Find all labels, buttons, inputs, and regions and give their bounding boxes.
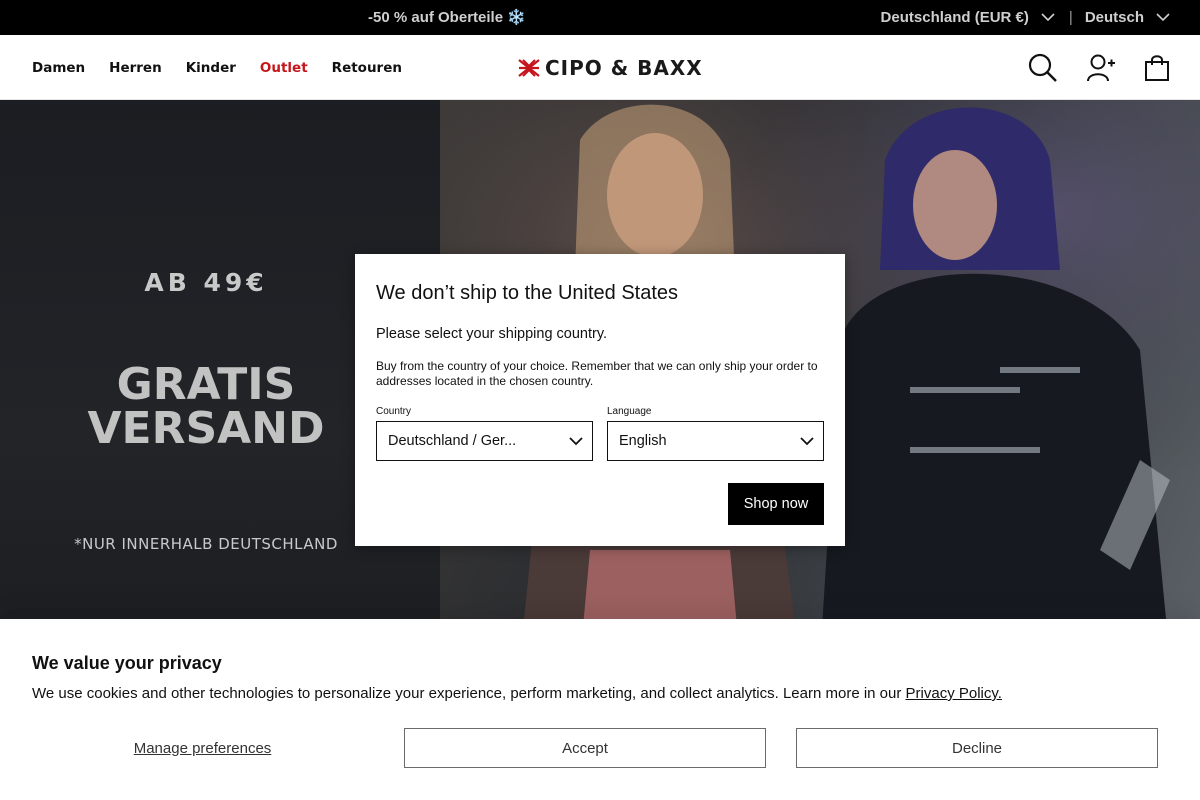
country-select-value: Deutschland / Ger... <box>388 433 517 449</box>
country-label: Country <box>376 406 412 417</box>
announcement-bar: -50 % auf Oberteile ❄️ Deutschland (EUR … <box>0 0 1200 35</box>
hero-headline-line1: GRATIS <box>116 359 296 410</box>
account-button[interactable] <box>1086 53 1116 83</box>
nav-item-kinder[interactable]: Kinder <box>186 60 236 76</box>
logo-wordmark: CIPO & BAXX <box>545 56 703 80</box>
accept-cookies-button[interactable]: Accept <box>404 728 766 768</box>
cookie-text: We use cookies and other technologies to… <box>32 685 1002 702</box>
locale-separator: | <box>1068 9 1073 26</box>
chevron-down-icon <box>1041 13 1055 22</box>
country-select[interactable]: Deutschland / Ger... <box>376 421 593 461</box>
search-button[interactable] <box>1028 53 1058 83</box>
cart-button[interactable] <box>1144 54 1170 82</box>
hero-headline: GRATIS VERSAND <box>0 363 412 451</box>
shopping-bag-icon <box>1145 54 1169 81</box>
site-header: Damen Herren Kinder Outlet Retouren CIPO… <box>0 35 1200 100</box>
privacy-policy-link[interactable]: Privacy Policy. <box>906 685 1002 702</box>
search-icon <box>1028 53 1057 82</box>
modal-subtitle: Please select your shipping country. <box>376 326 608 342</box>
cookie-description: We use cookies and other technologies to… <box>32 685 906 702</box>
hero-headline-line2: VERSAND <box>87 403 325 454</box>
logo-emblem-icon <box>518 59 540 77</box>
hero-threshold-text: AB 49€ <box>144 268 268 297</box>
main-nav: Damen Herren Kinder Outlet Retouren <box>32 35 426 100</box>
language-select[interactable]: English <box>607 421 824 461</box>
language-label: Language <box>607 406 652 417</box>
language-field: Language English <box>607 406 824 461</box>
cookie-title: We value your privacy <box>32 653 222 673</box>
decline-cookies-button[interactable]: Decline <box>796 728 1158 768</box>
nav-item-retouren[interactable]: Retouren <box>332 60 402 76</box>
language-select-value: English <box>619 433 667 449</box>
modal-title: We don’t ship to the United States <box>376 282 679 304</box>
brand-logo[interactable]: CIPO & BAXX <box>517 56 703 80</box>
country-currency-dropdown[interactable]: Deutschland (EUR €) <box>881 9 1055 26</box>
account-add-icon <box>1087 54 1115 81</box>
promo-text[interactable]: -50 % auf Oberteile ❄️ <box>368 0 526 35</box>
country-currency-label: Deutschland (EUR €) <box>880 9 1029 26</box>
hero-disclaimer: *NUR INNERHALB DEUTSCHLAND <box>74 535 338 553</box>
country-field: Country Deutschland / Ger... <box>376 406 593 461</box>
header-actions <box>1000 35 1170 100</box>
chevron-down-icon <box>569 436 583 445</box>
nav-item-outlet[interactable]: Outlet <box>260 60 308 76</box>
language-dropdown[interactable]: Deutsch <box>1085 9 1170 26</box>
cookie-consent-banner: We value your privacy We use cookies and… <box>0 619 1200 800</box>
shipping-country-modal: We don’t ship to the United States Pleas… <box>355 254 845 546</box>
modal-info-text: Buy from the country of your choice. Rem… <box>376 359 818 388</box>
language-label: Deutsch <box>1084 9 1144 26</box>
nav-item-damen[interactable]: Damen <box>32 60 85 76</box>
locale-selectors: Deutschland (EUR €) | Deutsch <box>881 0 1170 35</box>
shop-now-button[interactable]: Shop now <box>728 483 824 525</box>
chevron-down-icon <box>800 436 814 445</box>
nav-item-herren[interactable]: Herren <box>109 60 162 76</box>
manage-preferences-button[interactable]: Manage preferences <box>32 728 373 768</box>
chevron-down-icon <box>1156 13 1170 22</box>
